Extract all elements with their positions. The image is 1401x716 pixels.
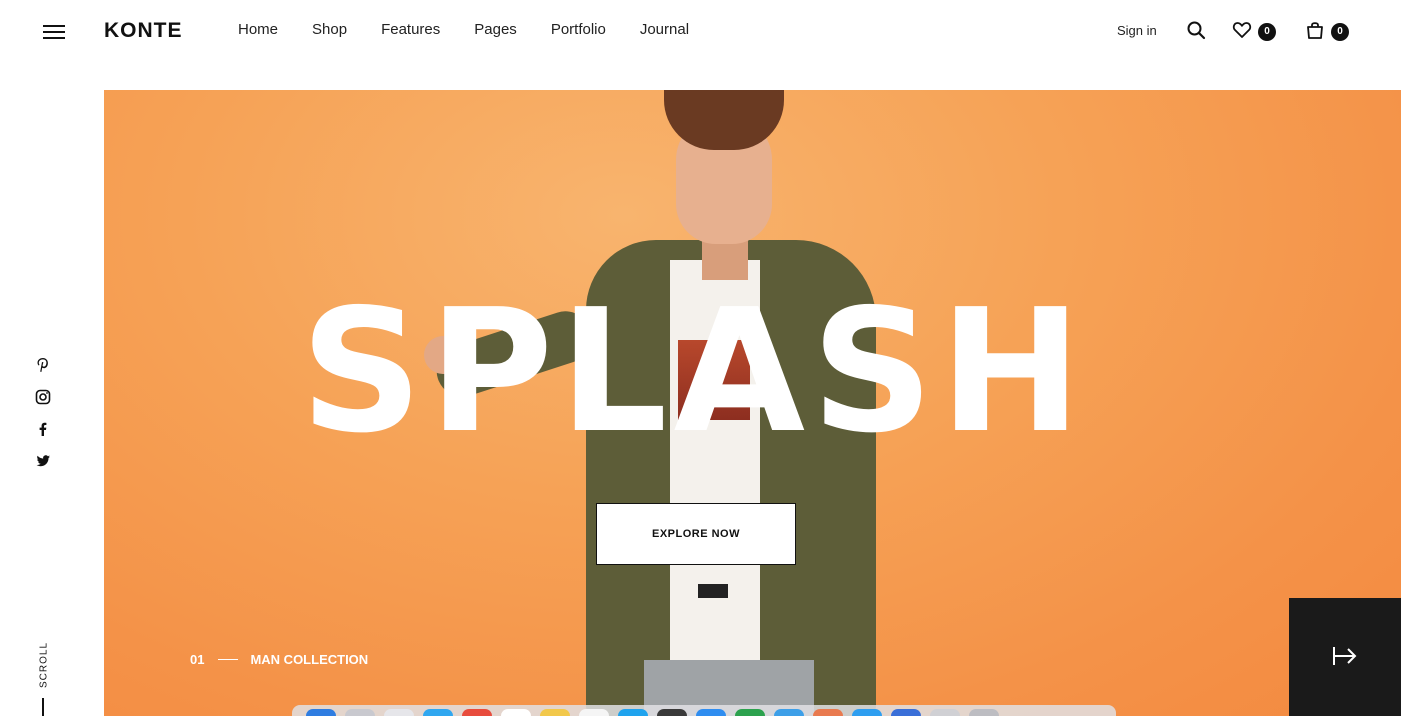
- dock-app[interactable]: [891, 709, 921, 716]
- nav-item-portfolio[interactable]: Portfolio: [551, 20, 606, 40]
- social-links: [34, 356, 54, 485]
- menu-toggle-icon[interactable]: [43, 24, 65, 40]
- scroll-line: [42, 698, 44, 716]
- twitter-icon[interactable]: [34, 453, 52, 471]
- dock-app[interactable]: [540, 709, 570, 716]
- dock-app[interactable]: [969, 709, 999, 716]
- pinterest-icon[interactable]: [34, 357, 52, 375]
- cart-count-badge: 0: [1331, 23, 1349, 41]
- slide-info: 01 MAN COLLECTION: [190, 652, 368, 667]
- nav-item-pages[interactable]: Pages: [474, 20, 517, 40]
- site-logo[interactable]: KONTE: [104, 19, 183, 43]
- dock-app[interactable]: [462, 709, 492, 716]
- dock-app[interactable]: [657, 709, 687, 716]
- dock-app[interactable]: [423, 709, 453, 716]
- arrow-right-icon: [1333, 647, 1357, 665]
- next-slide-button[interactable]: [1289, 598, 1401, 716]
- wishlist-count-badge: 0: [1258, 23, 1276, 41]
- dock-app[interactable]: [813, 709, 843, 716]
- dock-app[interactable]: [306, 709, 336, 716]
- wishlist-heart-icon[interactable]: [1232, 20, 1252, 40]
- dock-app[interactable]: [501, 709, 531, 716]
- dock-app[interactable]: [384, 709, 414, 716]
- slide-number: 01: [190, 652, 205, 667]
- dock-app[interactable]: [930, 709, 960, 716]
- instagram-icon[interactable]: [34, 389, 52, 407]
- nav-item-features[interactable]: Features: [381, 20, 440, 40]
- sign-in-link[interactable]: Sign in: [1117, 22, 1157, 40]
- slide-divider: [218, 659, 239, 660]
- dock-app[interactable]: [345, 709, 375, 716]
- explore-now-button[interactable]: EXPLORE NOW: [596, 503, 796, 565]
- nav-item-journal[interactable]: Journal: [640, 20, 689, 40]
- main-nav: Home Shop Features Pages Portfolio Journ…: [238, 20, 723, 40]
- dock-app[interactable]: [852, 709, 882, 716]
- nav-item-shop[interactable]: Shop: [312, 20, 347, 40]
- nav-item-home[interactable]: Home: [238, 20, 278, 40]
- cart-bag-icon[interactable]: [1305, 20, 1325, 40]
- dock-app[interactable]: [579, 709, 609, 716]
- scroll-indicator[interactable]: SCROLL: [34, 641, 54, 689]
- dock-app[interactable]: [774, 709, 804, 716]
- dock-app[interactable]: [696, 709, 726, 716]
- facebook-icon[interactable]: [34, 421, 52, 439]
- hero-banner: SPLASH EXPLORE NOW 01 MAN COLLECTION: [104, 90, 1401, 716]
- dock-app[interactable]: [735, 709, 765, 716]
- slide-caption[interactable]: MAN COLLECTION: [250, 652, 368, 667]
- search-icon[interactable]: [1186, 20, 1206, 40]
- os-dock: [292, 705, 1116, 716]
- scroll-label: SCROLL: [38, 641, 50, 689]
- page: KONTE Home Shop Features Pages Portfolio…: [0, 0, 1401, 716]
- dock-app[interactable]: [618, 709, 648, 716]
- site-header: KONTE Home Shop Features Pages Portfolio…: [0, 0, 1401, 62]
